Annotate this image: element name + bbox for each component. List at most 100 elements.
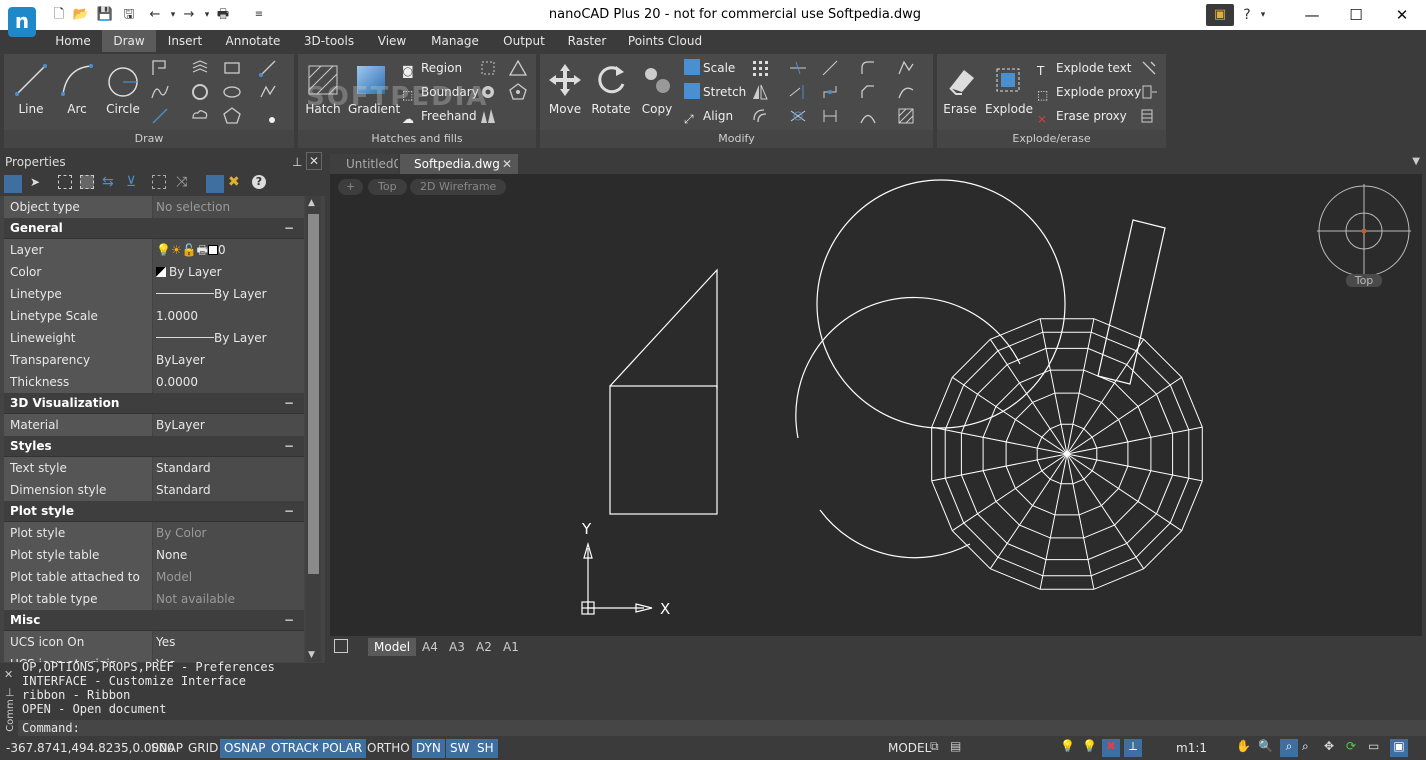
prop-value[interactable]: Standard: [153, 457, 304, 479]
drawing-canvas[interactable]: Y X: [330, 174, 1422, 636]
stretch-button[interactable]: Stretch: [684, 82, 746, 102]
status-sw[interactable]: SW: [446, 739, 474, 758]
close-button[interactable]: ✕: [1382, 4, 1422, 26]
triangle-fill-icon[interactable]: [508, 58, 528, 78]
category-plot-style[interactable]: Plot style −: [4, 501, 304, 522]
explode-proxy-button[interactable]: ⬚ Explode proxy: [1037, 82, 1141, 102]
prop-value[interactable]: ByLayer: [153, 349, 304, 371]
open-file-icon[interactable]: 📂: [72, 6, 90, 24]
layout-tab-a2[interactable]: A2: [470, 638, 498, 656]
move-button[interactable]: Move: [542, 60, 588, 124]
tab-annotate[interactable]: Annotate: [222, 30, 284, 52]
select-crossing-icon[interactable]: [80, 175, 94, 189]
hide-objects-icon[interactable]: 💡: [1082, 739, 1100, 757]
command-close-icon[interactable]: ✕: [4, 668, 13, 681]
join-icon[interactable]: [820, 82, 840, 102]
minimize-button[interactable]: —: [1292, 4, 1332, 26]
command-input[interactable]: Command:: [18, 720, 1426, 736]
polygon-icon[interactable]: [222, 106, 242, 126]
layout-tab-a1[interactable]: A1: [497, 638, 525, 656]
prop-value[interactable]: ByLayer: [153, 414, 304, 436]
scroll-down-icon[interactable]: ▼: [308, 650, 315, 660]
prop-value[interactable]: 0.0000: [153, 371, 304, 393]
pan-icon[interactable]: ✋: [1236, 739, 1254, 757]
tab-3d-tools[interactable]: 3D-tools: [298, 30, 360, 52]
scale-button[interactable]: Scale: [684, 58, 735, 78]
prop-value[interactable]: Model: [153, 566, 304, 588]
drawing-circle[interactable]: [816, 179, 1066, 429]
drawing-arc-lower[interactable]: [819, 509, 971, 559]
fillet-icon[interactable]: [858, 58, 878, 78]
doc-tab-close-icon[interactable]: ✕: [502, 154, 512, 174]
prop-value[interactable]: 1.0000: [153, 305, 304, 327]
scrollbar-thumb[interactable]: [308, 214, 319, 574]
zoom-previous-icon[interactable]: ⌕: [1302, 739, 1320, 757]
ray-icon[interactable]: [258, 58, 278, 78]
tab-insert[interactable]: Insert: [162, 30, 208, 52]
filter-selection-icon[interactable]: [206, 175, 224, 193]
tab-manage[interactable]: Manage: [428, 30, 482, 52]
line-button[interactable]: Line: [8, 60, 54, 124]
category-3d-visualization[interactable]: 3D Visualization −: [4, 393, 304, 414]
deselect-icon[interactable]: ⤨: [176, 174, 187, 190]
extend-icon[interactable]: [788, 82, 808, 102]
status-otrack[interactable]: OTRACK: [267, 739, 324, 758]
help-dropdown-icon[interactable]: ▾: [1254, 6, 1272, 24]
doc-tab-softpedia[interactable]: Softpedia.dwg ✕: [400, 154, 518, 174]
offset-icon[interactable]: [750, 106, 770, 126]
copy-button[interactable]: Copy: [634, 60, 680, 124]
collapse-icon[interactable]: −: [284, 610, 294, 631]
mirror-icon[interactable]: [750, 82, 770, 102]
array-icon[interactable]: [750, 58, 770, 78]
tab-raster[interactable]: Raster: [564, 30, 610, 52]
edit-spline-icon[interactable]: [896, 82, 916, 102]
blend-icon[interactable]: [858, 106, 878, 126]
construction-line-icon[interactable]: [150, 106, 170, 126]
viewcube-top-label[interactable]: Top: [1346, 274, 1382, 287]
sketch-icon[interactable]: [258, 82, 278, 102]
pickadd-icon[interactable]: [4, 175, 22, 193]
spline-icon[interactable]: [150, 82, 170, 102]
align-button[interactable]: ⤢ Align: [684, 106, 733, 126]
scroll-up-icon[interactable]: ▲: [308, 198, 315, 208]
collapse-icon[interactable]: −: [284, 218, 294, 239]
status-osnap[interactable]: OSNAP: [220, 739, 270, 758]
category-misc[interactable]: Misc −: [4, 610, 304, 631]
save-icon[interactable]: 💾: [96, 6, 114, 24]
arc-button[interactable]: Arc: [54, 60, 100, 124]
status-ortho[interactable]: ORTHO: [363, 739, 414, 758]
annotation-scale-icon[interactable]: ⟂: [1124, 739, 1142, 757]
pattern-fill-icon[interactable]: [508, 82, 528, 102]
clear-selection-icon[interactable]: ✖: [228, 174, 240, 190]
collapse-icon[interactable]: −: [284, 436, 294, 457]
maximize-button[interactable]: ☐: [1336, 4, 1376, 26]
print-preview-icon[interactable]: ▤: [950, 739, 968, 757]
select-all-icon[interactable]: [152, 175, 166, 189]
drawing-triangle[interactable]: [609, 268, 718, 389]
drawing-rectangle[interactable]: [609, 385, 718, 515]
polyline-icon[interactable]: [150, 58, 170, 78]
regen-icon[interactable]: ⟳: [1346, 739, 1364, 757]
category-general[interactable]: General −: [4, 218, 304, 239]
command-pin-icon[interactable]: ⊥: [5, 686, 15, 699]
doc-tab-untitled0[interactable]: Untitled0: [330, 154, 398, 174]
properties-scrollbar[interactable]: ▲ ▼: [306, 196, 321, 662]
explode-panel-title[interactable]: Explode/erase: [937, 130, 1166, 148]
lineweight-value[interactable]: By Layer: [153, 327, 304, 349]
purge-icon[interactable]: [1139, 58, 1159, 78]
tab-view[interactable]: View: [372, 30, 412, 52]
tab-draw[interactable]: Draw: [102, 30, 156, 52]
drawing-sphere-wireframe[interactable]: [931, 318, 1203, 590]
donut-icon[interactable]: [190, 82, 210, 102]
layout-tab-model[interactable]: Model: [368, 638, 417, 656]
explode-text-button[interactable]: T Explode text: [1037, 58, 1131, 78]
explode-button[interactable]: Explode: [985, 60, 1033, 124]
lengthen-icon[interactable]: [820, 58, 840, 78]
status-sh[interactable]: SH: [473, 739, 498, 758]
chamfer-icon[interactable]: [858, 82, 878, 102]
category-styles[interactable]: Styles −: [4, 436, 304, 457]
workspace-layout-icon[interactable]: ▣: [1206, 4, 1234, 26]
edit-polyline-icon[interactable]: [896, 58, 916, 78]
ellipse-icon[interactable]: [222, 82, 242, 102]
app-logo-icon[interactable]: n: [8, 7, 36, 37]
